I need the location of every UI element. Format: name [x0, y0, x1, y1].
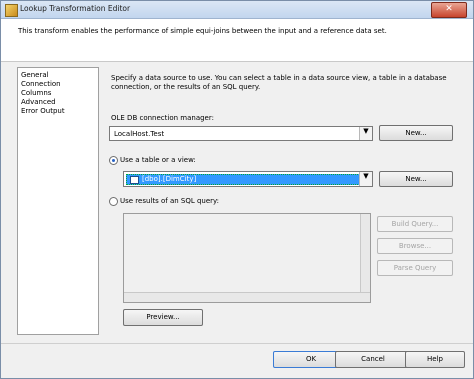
parse-query-button[interactable]: Parse Query — [377, 260, 453, 276]
header-description: This transform enables the performance o… — [18, 27, 387, 35]
help-button[interactable]: Help — [405, 351, 465, 368]
preview-button[interactable]: Preview... — [123, 309, 203, 326]
connection-instructions: Specify a data source to use. You can se… — [111, 74, 447, 91]
table-view-combo[interactable]: [dbo].[DimCity] ▼ — [123, 171, 373, 187]
nav-item-advanced[interactable]: Advanced — [21, 98, 56, 106]
new-table-button[interactable]: New... — [379, 171, 453, 187]
ole-db-connection-manager-combo[interactable]: LocalHost.Test ▼ — [109, 126, 373, 141]
footer-divider — [1, 343, 473, 344]
page-navigation-list: General Connection Columns Advanced Erro… — [17, 67, 99, 335]
browse-button[interactable]: Browse... — [377, 238, 453, 254]
chevron-down-icon[interactable]: ▼ — [359, 172, 372, 186]
nav-item-columns[interactable]: Columns — [21, 89, 51, 97]
table-icon — [130, 176, 139, 184]
use-sql-query-label: Use results of an SQL query: — [120, 197, 220, 205]
nav-item-error-output[interactable]: Error Output — [21, 107, 65, 115]
title-bar[interactable]: Lookup Transformation Editor ✕ — [1, 1, 473, 19]
sql-query-textbox[interactable] — [123, 213, 371, 303]
chevron-down-icon[interactable]: ▼ — [359, 127, 372, 140]
use-table-radio[interactable] — [109, 156, 118, 165]
selected-table-row: [dbo].[DimCity] — [126, 174, 360, 185]
header-panel: This transform enables the performance o… — [1, 19, 473, 62]
build-query-button[interactable]: Build Query... — [377, 216, 453, 232]
lookup-transformation-editor-window: Lookup Transformation Editor ✕ This tran… — [0, 0, 474, 379]
nav-item-general[interactable]: General — [21, 71, 49, 79]
horizontal-scrollbar[interactable] — [124, 292, 370, 302]
app-icon — [5, 4, 18, 17]
window-title: Lookup Transformation Editor — [20, 4, 131, 13]
nav-item-connection[interactable]: Connection — [21, 80, 61, 88]
new-connection-button[interactable]: New... — [379, 125, 453, 141]
ole-db-connection-manager-value: LocalHost.Test — [114, 130, 165, 138]
ole-db-connection-manager-label: OLE DB connection manager: — [111, 114, 214, 122]
close-button[interactable]: ✕ — [431, 2, 467, 18]
vertical-scrollbar[interactable] — [360, 214, 370, 302]
use-sql-query-radio[interactable] — [109, 197, 118, 206]
selected-table-value: [dbo].[DimCity] — [142, 175, 197, 183]
cancel-button[interactable]: Cancel — [335, 351, 411, 368]
use-table-label: Use a table or a view: — [120, 156, 196, 164]
